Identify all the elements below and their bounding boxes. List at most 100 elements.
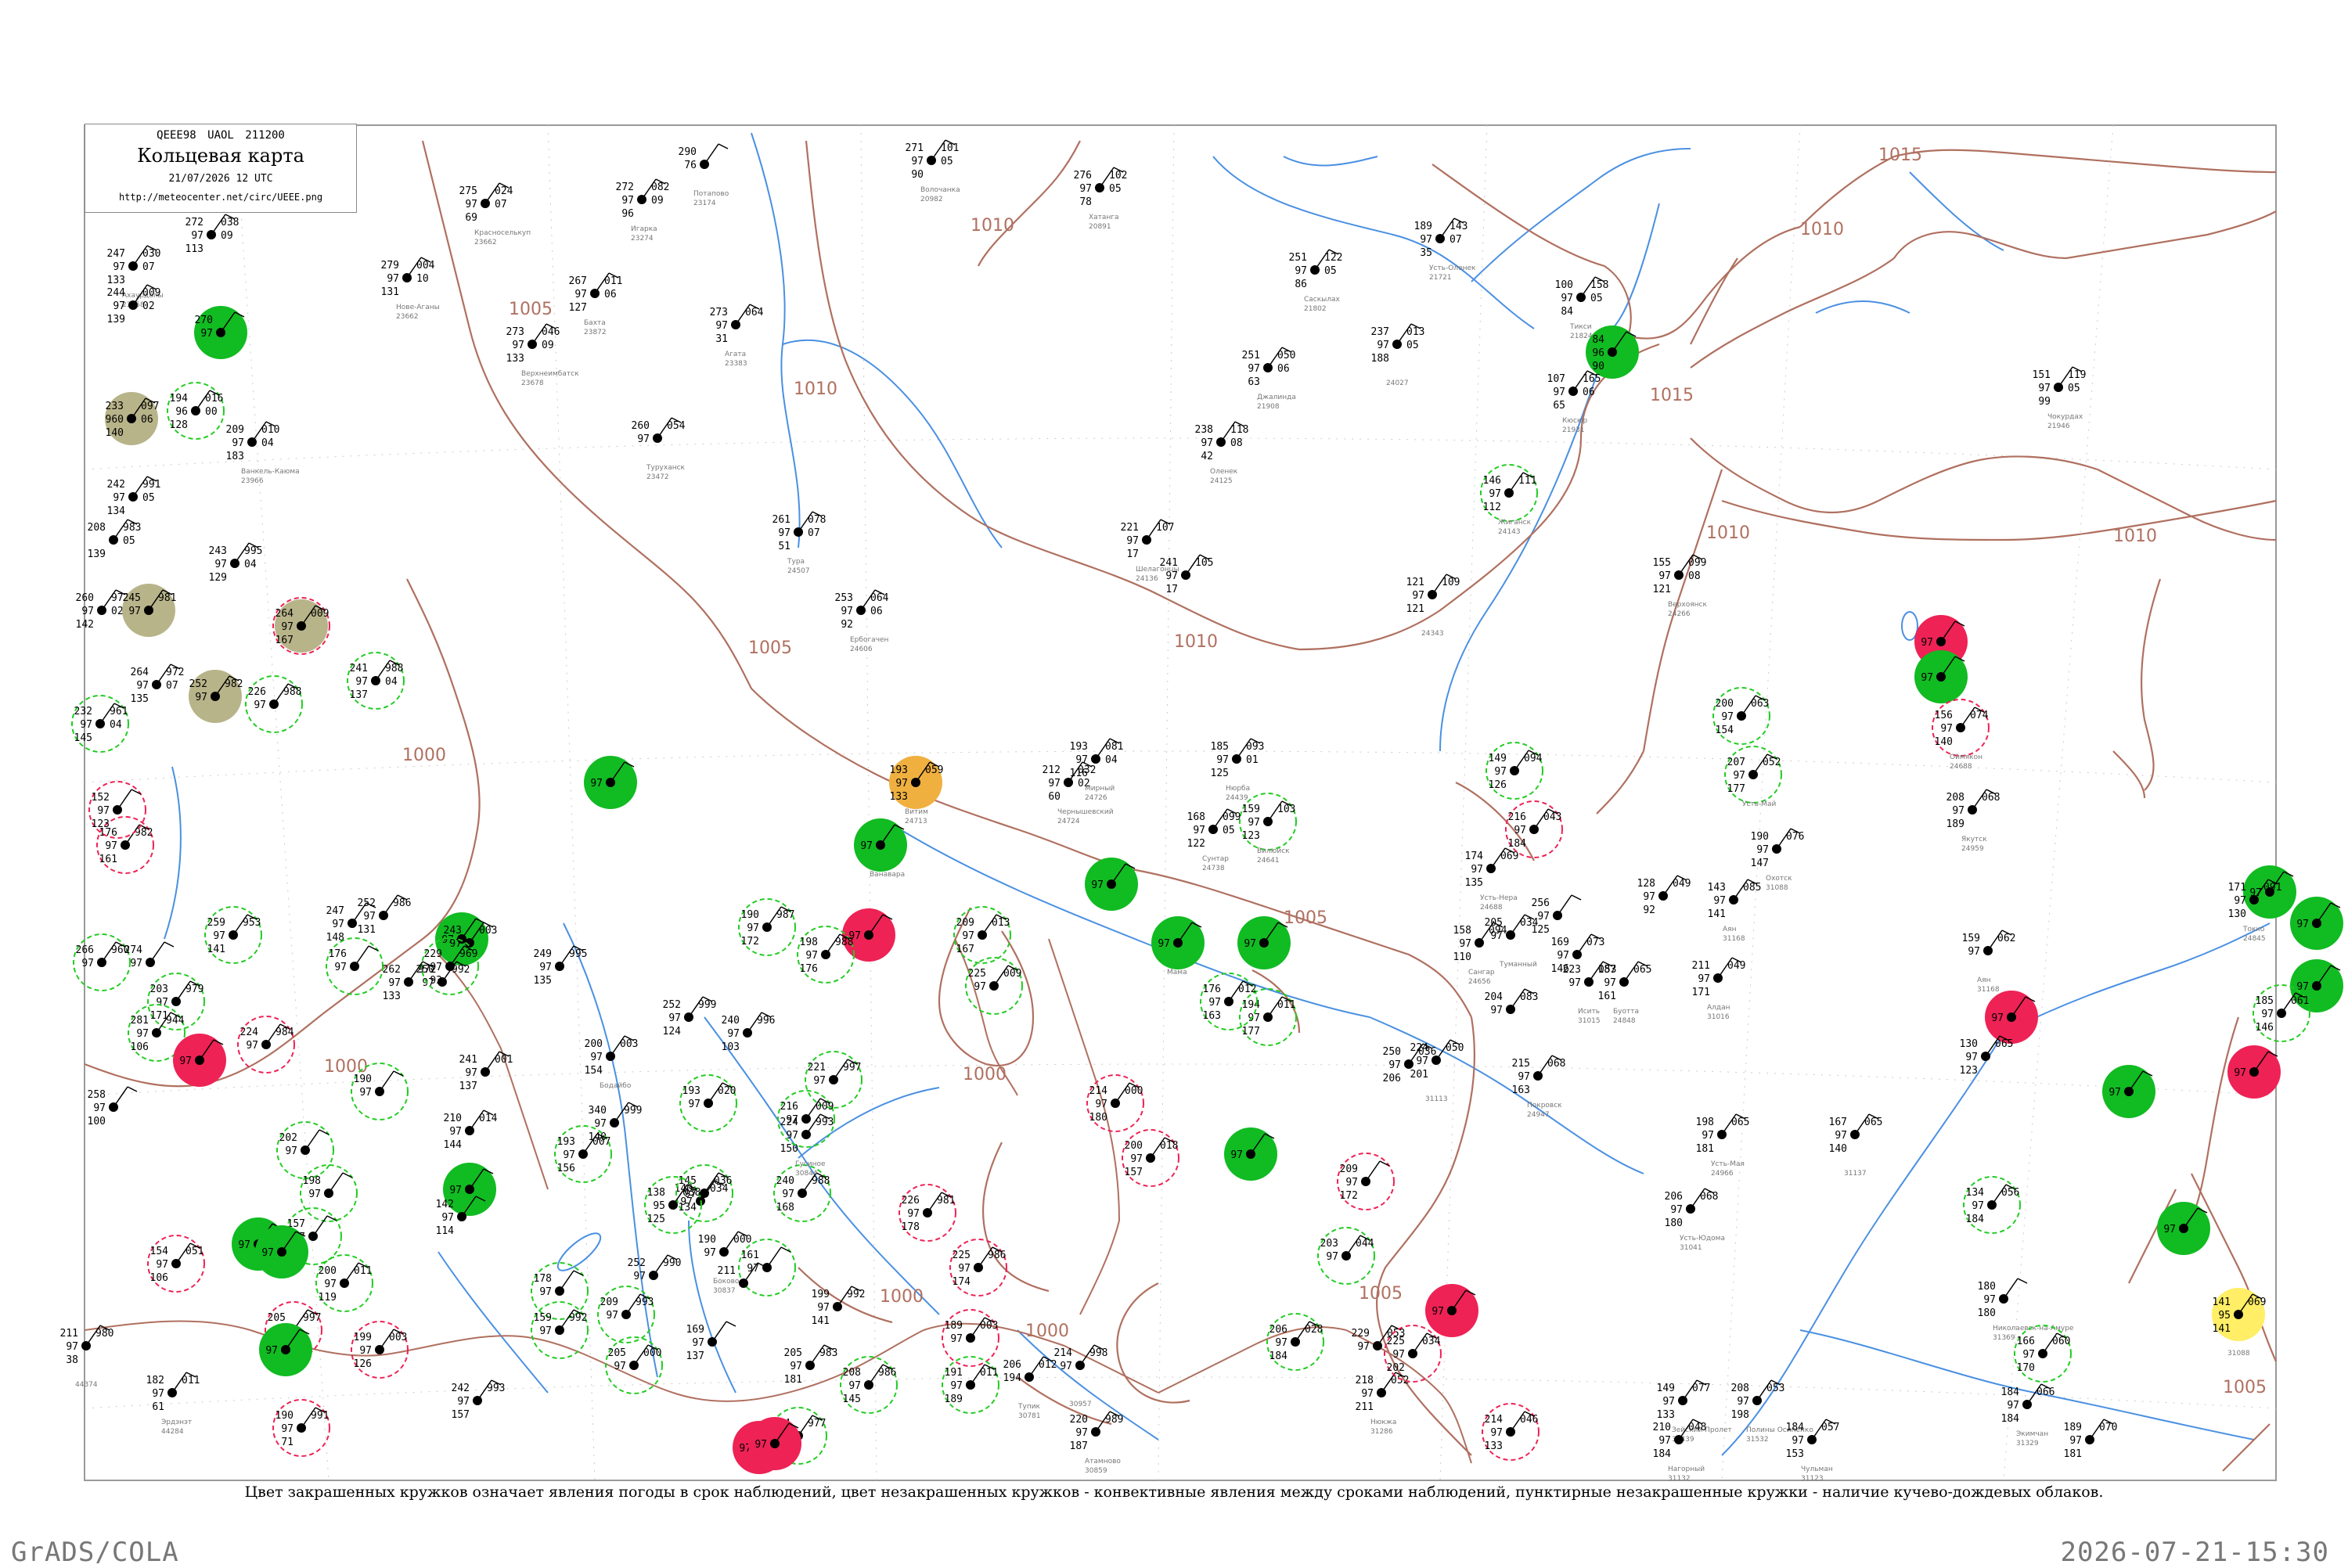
station-p: 997 — [843, 1062, 861, 1074]
station-temp: 166 — [2017, 1336, 2035, 1347]
station-vis: 189 — [945, 1394, 963, 1405]
station-temp: 253 — [835, 592, 853, 604]
station-temp: 243 — [444, 925, 462, 937]
station-temp: 260 — [632, 420, 650, 432]
map-header-box: QEEE98 UAOL 211200 Кольцевая карта 21/07… — [85, 124, 357, 213]
station-temp: 193 — [1070, 741, 1088, 753]
station-id: 31286 — [1370, 1428, 1393, 1436]
station-dew: 97 — [2234, 895, 2246, 907]
station-vis: 125 — [647, 1214, 665, 1225]
station-vis: 78 — [1079, 196, 1092, 208]
station-p: 969 — [459, 948, 477, 960]
station-p: 085 — [1743, 882, 1761, 894]
station-temp: 214 — [1054, 1347, 1073, 1359]
station-name: Якутск — [1961, 836, 1987, 843]
station-temp: 146 — [1483, 475, 1501, 487]
station-temp: 274 — [124, 944, 143, 956]
station-vis: 184 — [1653, 1448, 1672, 1460]
station-vis: 127 — [569, 302, 587, 314]
station-dew: 960 — [106, 414, 124, 426]
station-dew: 97 — [606, 1310, 618, 1322]
station-temp: 252 — [189, 678, 207, 690]
station-id: 24343 — [1421, 630, 1444, 638]
station-dew: 97 — [1952, 805, 1964, 817]
station-vis: 137 — [350, 689, 368, 701]
station-dew: 97 — [254, 699, 266, 711]
station-temp: 210 — [1653, 1422, 1671, 1433]
station-temp: 169 — [686, 1324, 704, 1336]
station-temp: 261 — [772, 514, 790, 526]
station-p: 049 — [1673, 878, 1691, 890]
station-p: 074 — [1970, 710, 1989, 721]
station-temp: 259 — [207, 917, 225, 929]
station-marker: 97 — [1085, 858, 1138, 911]
station-id: 24959 — [1961, 845, 1984, 853]
station-vis: 134 — [679, 1202, 697, 1214]
station-dew: 97 — [156, 1259, 168, 1271]
station-temp: 276 — [1074, 170, 1092, 182]
station-p: 979 — [185, 984, 203, 995]
station-vis: 181 — [2064, 1448, 2082, 1460]
station-dew: 97 — [359, 1087, 372, 1099]
station-p: 069 — [1500, 851, 1518, 862]
station-dew: 97 — [281, 621, 294, 633]
station-p: 993 — [816, 1117, 834, 1128]
station-dew: 97 — [704, 1247, 716, 1259]
station-p: 986 — [878, 1367, 896, 1379]
station-vis: 157 — [1125, 1167, 1143, 1178]
station-p: 011 — [980, 1367, 998, 1379]
station-vis: 51 — [778, 541, 790, 552]
station-marker: 97 — [2290, 897, 2343, 950]
station-dew: 97 — [113, 492, 125, 504]
footer-timestamp: 2026-07-21-15:30 — [2060, 1537, 2329, 1568]
station-p: 051 — [185, 1246, 203, 1257]
station-temp: 176 — [1203, 984, 1221, 995]
station-p: 991 — [142, 479, 160, 491]
station-dew: 97 — [848, 1380, 861, 1392]
station-dew: 97 — [790, 1361, 802, 1372]
station-temp: 138 — [647, 1187, 665, 1199]
station-p: 078 — [808, 514, 826, 526]
station-name: Волочанка — [920, 186, 960, 194]
station-temp: 247 — [326, 905, 344, 917]
station-dew: 97 — [958, 1263, 971, 1275]
station-dew: 97 — [2261, 1009, 2274, 1020]
station-vis: 198 — [1731, 1409, 1749, 1421]
station-t: 05 — [941, 156, 953, 167]
station-dew: 97 — [2163, 1224, 2176, 1235]
station-temp: 237 — [1371, 326, 1389, 338]
station-temp: 169 — [1551, 937, 1569, 948]
station-dew: 97 — [1060, 1361, 1072, 1372]
station-temp: 211 — [1692, 960, 1710, 972]
station-p: 064 — [745, 307, 764, 318]
station-vis: 137 — [686, 1350, 704, 1362]
station-dew: 97 — [1518, 1071, 1530, 1083]
station-vis: 92 — [1643, 904, 1655, 916]
station-name: Кюсюр — [1562, 417, 1587, 425]
station-dew: 97 — [441, 1212, 454, 1224]
station-vis: 42 — [1201, 451, 1213, 462]
station-t: 04 — [244, 559, 257, 570]
station-dew: 97 — [195, 692, 207, 703]
station-vis: 184 — [1966, 1214, 1985, 1225]
station-temp: 242 — [107, 479, 125, 491]
station-dew: 97 — [136, 680, 149, 692]
station-p: 038 — [682, 1187, 700, 1199]
station-name: Саскылах — [1304, 296, 1341, 304]
station-temp: 205 — [608, 1347, 626, 1359]
station-name: Нагорный — [1668, 1466, 1705, 1473]
station-t: 04 — [110, 719, 122, 731]
station-dew: 97 — [1048, 778, 1061, 789]
station-temp: 209 — [956, 917, 974, 929]
station-dew: 97 — [1075, 754, 1088, 766]
station-dew: 97 — [388, 977, 401, 989]
station-vis: 157 — [452, 1409, 470, 1421]
station-vis: 206 — [1383, 1073, 1401, 1084]
station-id: 23662 — [396, 313, 419, 321]
station-p: 099 — [1223, 811, 1241, 823]
station-dew: 97 — [512, 340, 524, 351]
station-temp: 199 — [812, 1289, 830, 1300]
station-vis: 123 — [92, 818, 110, 830]
station-dew: 97 — [2038, 383, 2051, 394]
station-temp: 200 — [319, 1265, 337, 1277]
